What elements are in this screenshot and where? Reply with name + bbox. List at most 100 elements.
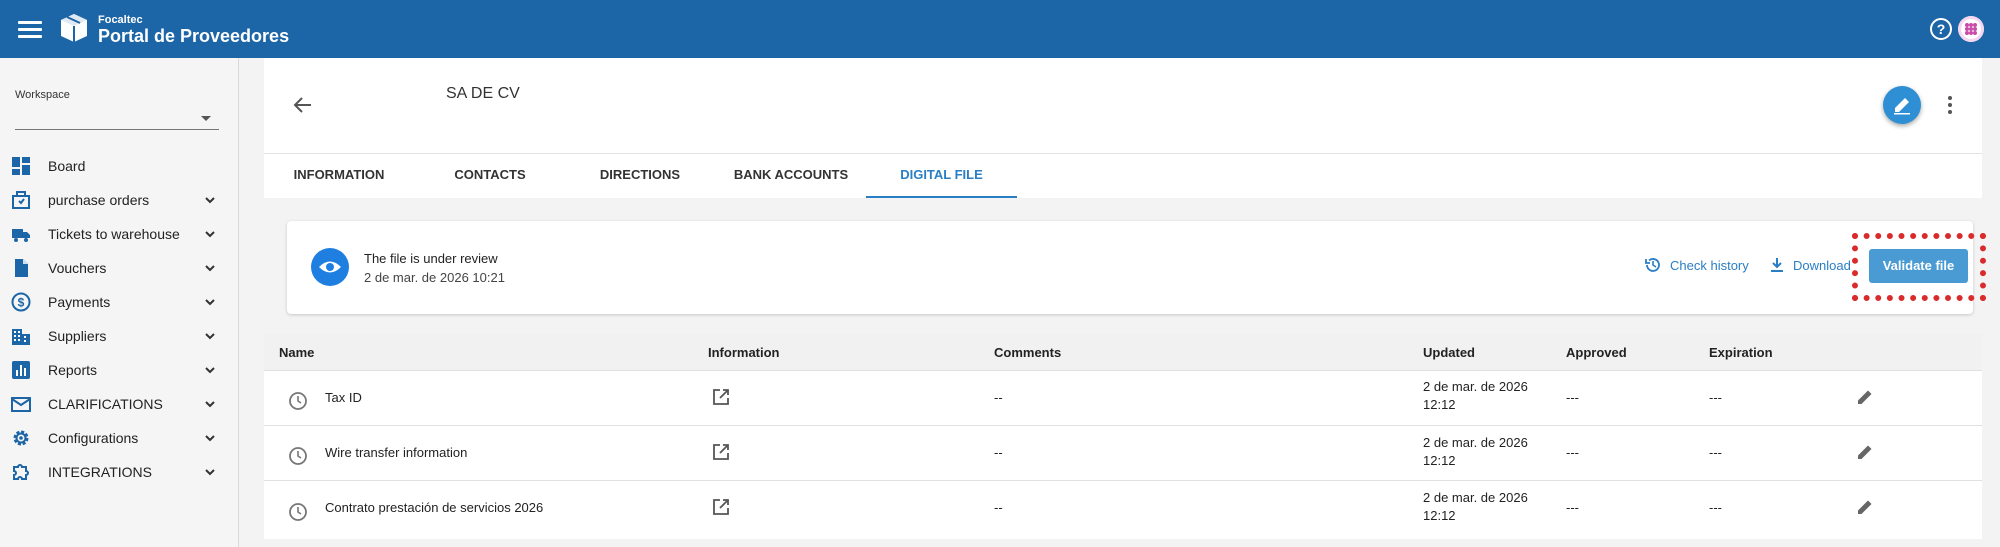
back-arrow-icon[interactable] [292,94,314,116]
document-approved: --- [1566,390,1579,405]
clock-icon [289,392,307,410]
chevron-down-icon [205,401,215,408]
column-header-information: Information [708,345,780,360]
chevron-down-icon [205,197,215,204]
chevron-down-icon [205,299,215,306]
sidebar-item-label: Suppliers [48,328,107,344]
chevron-down-icon [205,435,215,442]
document-expiration: --- [1709,390,1722,405]
document-approved: --- [1566,445,1579,460]
open-external-icon[interactable] [711,497,731,517]
edit-pencil-icon[interactable] [1855,442,1875,462]
status-date: 2 de mar. de 2026 10:21 [364,270,505,285]
brand-small: Focaltec [98,14,143,26]
top-app-bar: Focaltec Portal de Proveedores ? [0,0,2000,58]
sidebar-item-tickets[interactable]: Tickets to warehouse [0,218,239,250]
sidebar-item-configurations[interactable]: Configurations [0,422,239,454]
document-name: Contrato prestación de servicios 2026 [325,500,544,515]
more-options-icon[interactable] [1946,94,1954,116]
column-header-updated: Updated [1423,345,1475,360]
dropdown-caret-icon [201,116,211,121]
open-external-icon[interactable] [711,387,731,407]
history-icon [1645,258,1660,272]
table-row [264,370,1982,425]
document-updated-date: 2 de mar. de 2026 [1423,379,1528,394]
check-history-label: Check history [1670,257,1749,273]
truck-icon [12,229,30,242]
building-icon [12,329,30,345]
document-name: Tax ID [325,390,362,405]
sidebar-item-label: purchase orders [48,192,150,208]
tab-bank-accounts[interactable]: BANK ACCOUNTS [728,153,854,198]
document-updated-date: 2 de mar. de 2026 [1423,490,1528,505]
sidebar-item-label: Reports [48,362,98,378]
document-approved: --- [1566,500,1579,515]
chevron-down-icon [205,367,215,374]
edit-supplier-button[interactable] [1883,86,1921,124]
document-name: Wire transfer information [325,445,468,460]
edit-pencil-icon[interactable] [1855,387,1875,407]
sidebar-item-clarifications[interactable]: CLARIFICATIONS [0,388,239,420]
workspace-select[interactable] [15,108,219,130]
sidebar-item-purchase-orders[interactable]: purchase orders [0,184,239,216]
sidebar-item-label: CLARIFICATIONS [48,396,163,412]
avatar[interactable] [1958,16,1984,42]
open-external-icon[interactable] [711,442,731,462]
column-header-expiration: Expiration [1709,345,1773,360]
menu-icon[interactable] [18,18,42,40]
sidebar-item-integrations[interactable]: INTEGRATIONS [0,456,239,488]
table-row [264,425,1982,480]
sidebar-item-vouchers[interactable]: Vouchers [0,252,239,284]
clock-icon [289,503,307,521]
sidebar-item-reports[interactable]: Reports [0,354,239,386]
workspace-label: Workspace [15,89,70,101]
document-comments: -- [994,500,1003,515]
sidebar-item-payments[interactable]: $ Payments [0,286,239,318]
sidebar-item-label: Vouchers [48,260,107,276]
review-status-badge [311,248,349,286]
clock-icon [289,447,307,465]
download-label: Download [1793,257,1851,273]
chevron-down-icon [205,265,215,272]
validate-file-button[interactable]: Validate file [1869,249,1968,283]
document-comments: -- [994,390,1003,405]
sidebar-item-label: Configurations [48,430,139,446]
purchase-orders-icon [12,191,30,209]
tab-directions[interactable]: DIRECTIONS [590,153,690,198]
tab-contacts[interactable]: CONTACTS [436,153,544,198]
document-updated-time: 12:12 [1423,397,1456,412]
status-title: The file is under review [364,251,498,266]
supplier-header [264,58,1982,153]
svg-text:$: $ [18,296,25,310]
eye-icon [319,261,341,273]
sidebar-item-board[interactable]: Board [0,150,239,182]
column-header-comments: Comments [994,345,1062,360]
tab-information[interactable]: INFORMATION [280,153,398,198]
mail-icon [11,397,31,412]
chevron-down-icon [205,231,215,238]
sidebar-item-label: Payments [48,294,111,310]
puzzle-icon [13,464,29,480]
document-icon [15,259,28,277]
supplier-name: SA DE CV [446,85,520,102]
sidebar-item-label: Tickets to warehouse [48,226,180,242]
help-icon[interactable]: ? [1930,18,1952,40]
sidebar-item-suppliers[interactable]: Suppliers [0,320,239,352]
download-icon [1771,258,1783,272]
brand: Focaltec Portal de Proveedores [98,14,289,46]
document-comments: -- [994,445,1003,460]
logo-icon [61,14,87,42]
chevron-down-icon [205,469,215,476]
tab-digital-file[interactable]: DIGITAL FILE [866,153,1017,198]
document-updated-time: 12:12 [1423,508,1456,523]
edit-pencil-icon[interactable] [1855,497,1875,517]
column-header-approved: Approved [1566,345,1627,360]
column-header-name: Name [279,345,315,360]
document-expiration: --- [1709,500,1722,515]
download-button[interactable]: Download [1769,256,1851,274]
check-history-button[interactable]: Check history [1644,256,1749,274]
brand-title: Portal de Proveedores [98,26,290,46]
document-updated-date: 2 de mar. de 2026 [1423,435,1528,450]
document-updated-time: 12:12 [1423,453,1456,468]
document-expiration: --- [1709,445,1722,460]
